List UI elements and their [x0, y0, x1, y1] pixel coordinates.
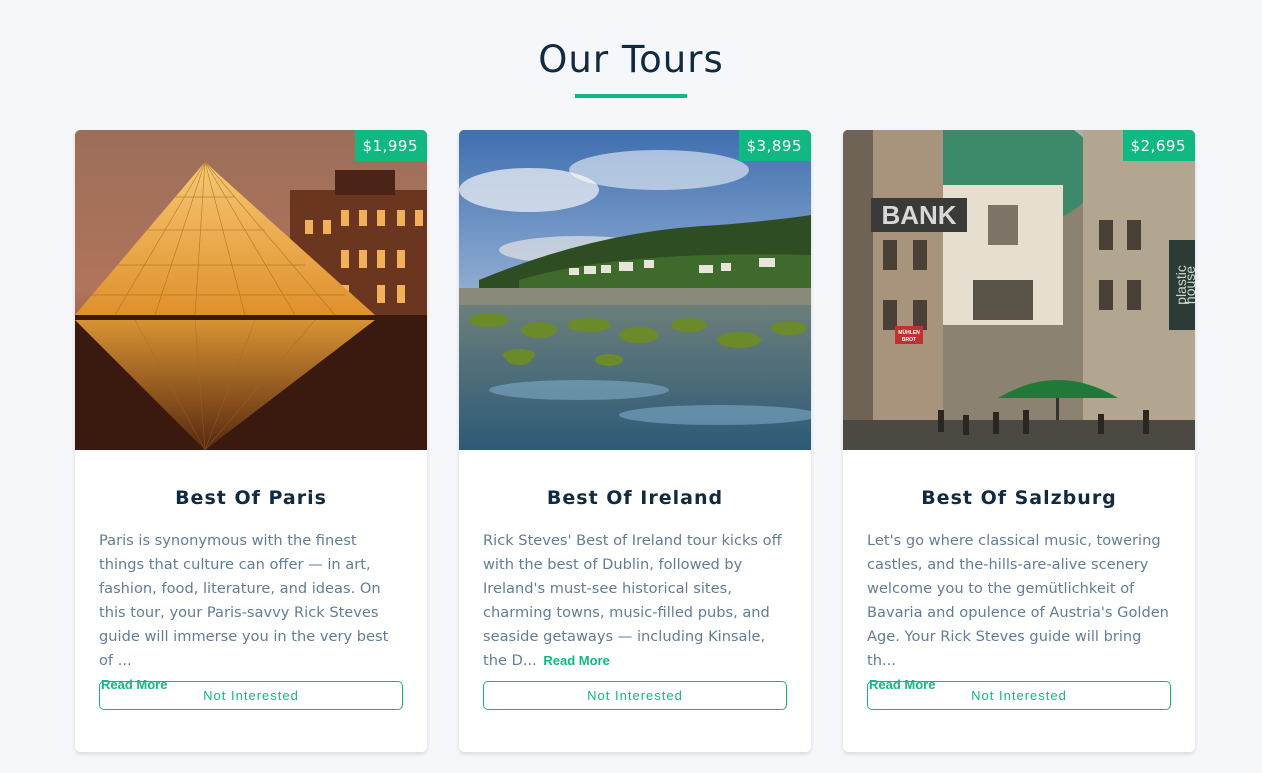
tour-description: Let's go where classical music, towering…	[867, 529, 1171, 692]
tour-description: Rick Steves' Best of Ireland tour kicks …	[483, 529, 787, 669]
tour-info: Best Of Ireland Rick Steves' Best of Ire…	[459, 450, 811, 710]
bank-sign: BANK	[881, 200, 956, 230]
tour-info: Best Of Paris Paris is synonymous with t…	[75, 450, 427, 710]
section-title: Our Tours	[0, 36, 1262, 98]
tour-card: $1,995 Best Of Paris Paris is synonymous…	[75, 130, 427, 752]
vienna-street-photo: BANK plastic house MÜHLEN BROT	[843, 130, 1195, 450]
irish-coast-photo	[459, 130, 811, 450]
tour-image: BANK plastic house MÜHLEN BROT $2,695	[843, 130, 1195, 450]
price-tag: $1,995	[354, 130, 427, 161]
title-underline	[575, 94, 687, 98]
read-more-button[interactable]: Read More	[541, 653, 609, 668]
tour-image: $1,995	[75, 130, 427, 450]
tour-info: Best Of Salzburg Let's go where classica…	[843, 450, 1195, 710]
muehlen-sign: MÜHLEN	[898, 329, 920, 336]
read-more-button[interactable]: Read More	[867, 677, 935, 692]
tour-title: Best Of Ireland	[546, 487, 724, 509]
tours-page: Our Tours $1,995 Best Of Paris Paris is …	[0, 0, 1262, 773]
price-tag: $3,895	[738, 130, 811, 161]
tour-card: BANK plastic house MÜHLEN BROT $2,695 Be…	[843, 130, 1195, 752]
brot-sign: BROT	[902, 337, 916, 343]
not-interested-button[interactable]: Not Interested	[483, 681, 787, 710]
page-title: Our Tours	[538, 38, 724, 81]
description-text: Paris is synonymous with the finest thin…	[99, 532, 389, 669]
description-text: Let's go where classical music, towering…	[867, 532, 1169, 669]
tour-title: Best Of Paris	[175, 487, 327, 509]
tour-card: $3,895 Best Of Ireland Rick Steves' Best…	[459, 130, 811, 752]
description-text: Rick Steves' Best of Ireland tour kicks …	[483, 532, 782, 669]
house-sign: house	[1182, 266, 1195, 304]
read-more-button[interactable]: Read More	[99, 677, 167, 692]
louvre-pyramid-photo	[75, 130, 427, 450]
tour-image: $3,895	[459, 130, 811, 450]
tour-title: Best Of Salzburg	[921, 487, 1117, 509]
price-tag: $2,695	[1122, 130, 1195, 161]
tour-description: Paris is synonymous with the finest thin…	[99, 529, 403, 692]
